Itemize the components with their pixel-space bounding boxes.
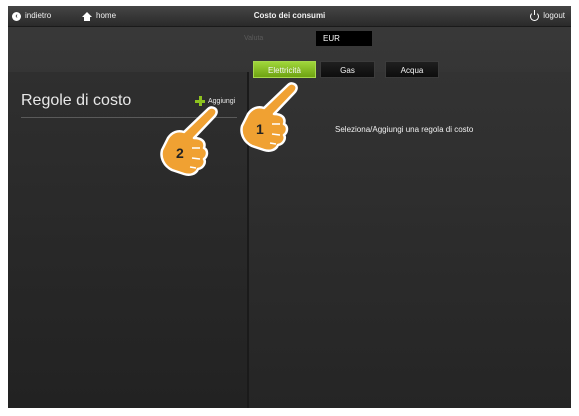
empty-state-message: Seleziona/Aggiungi una regola di costo — [335, 125, 474, 134]
annotation-number-2: 2 — [176, 145, 184, 161]
tab-elettricita[interactable]: Elettricità — [253, 61, 316, 78]
top-bar: ‹ indietro home Costo dei consumi logout — [8, 6, 571, 27]
pointing-hand-icon-1: 1 — [240, 82, 298, 153]
currency-label: Valuta — [244, 35, 264, 42]
currency-field[interactable]: EUR — [316, 31, 372, 46]
page-title: Costo dei consumi — [253, 11, 326, 20]
logout-label: logout — [543, 11, 565, 20]
annotation-number-1: 1 — [256, 121, 264, 137]
logout-button[interactable]: logout — [530, 6, 565, 26]
panel-title: Regole di costo — [21, 92, 132, 109]
pointing-hand-icon-2: 2 — [160, 106, 218, 177]
tab-acqua[interactable]: Acqua — [385, 61, 439, 78]
tab-gas[interactable]: Gas — [320, 61, 375, 78]
power-icon — [530, 9, 540, 21]
